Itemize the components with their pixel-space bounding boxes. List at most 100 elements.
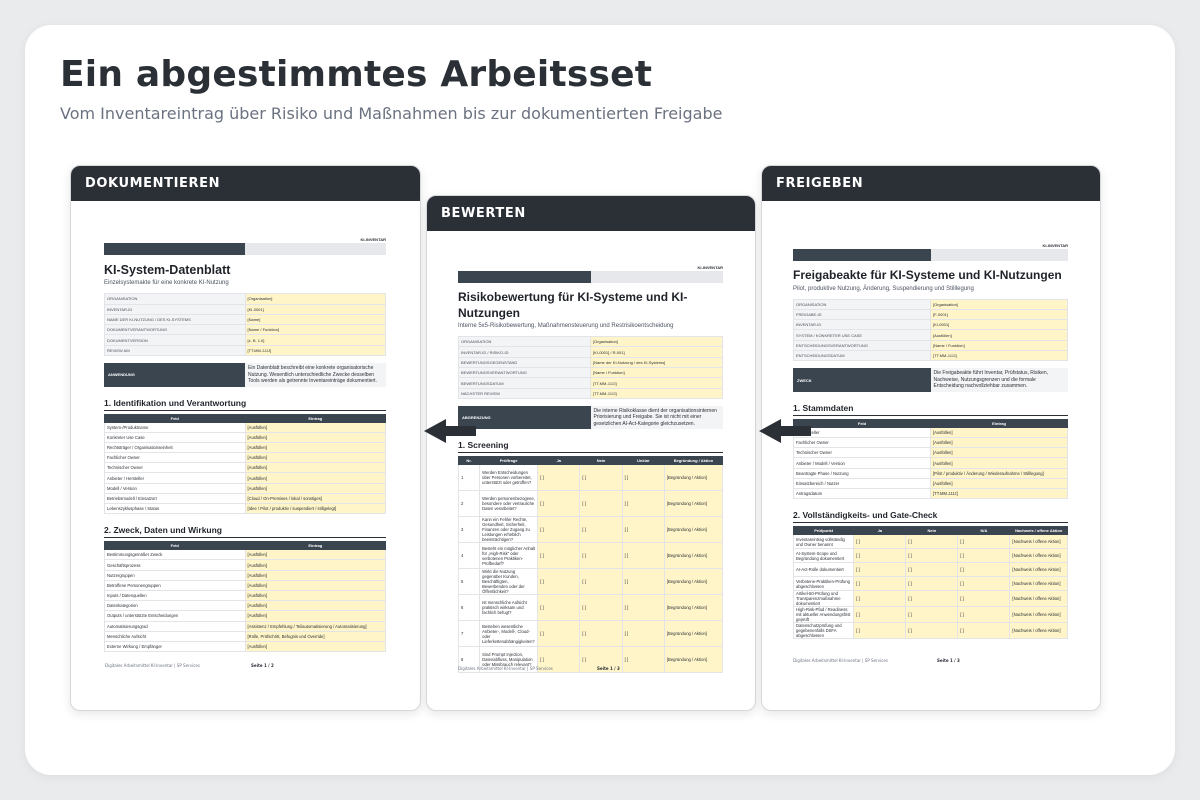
input-cell[interactable]: [Ausfüllen] bbox=[244, 431, 386, 443]
meta-value[interactable]: [Name / Funktion] bbox=[244, 324, 386, 336]
input-cell[interactable]: [ ] bbox=[621, 464, 665, 492]
input-cell[interactable]: [ ] bbox=[957, 622, 1011, 640]
input-cell[interactable]: [ ] bbox=[621, 568, 665, 596]
input-cell[interactable]: [ ] bbox=[621, 542, 665, 570]
input-cell[interactable]: [ ] bbox=[853, 606, 907, 624]
meta-value[interactable]: [Name] bbox=[244, 313, 386, 326]
input-cell[interactable]: [Pilot / produktiv / Änderung / Wiederau… bbox=[930, 467, 1068, 479]
input-cell[interactable]: [ ] bbox=[905, 606, 959, 624]
input-cell[interactable]: [Ausfüllen] bbox=[244, 579, 386, 591]
input-cell[interactable]: [Ausfüllen] bbox=[930, 447, 1068, 459]
input-cell[interactable]: [Ausfüllen] bbox=[930, 477, 1068, 490]
input-cell[interactable]: [Ausfüllen] bbox=[244, 610, 386, 622]
input-cell[interactable]: [ ] bbox=[853, 622, 907, 640]
card-assess[interactable]: BEWERTEN KI-INVENTAR Risikobewertung für… bbox=[426, 195, 756, 711]
input-cell[interactable]: [Begründung / Aktion] bbox=[663, 620, 724, 648]
input-cell[interactable]: [Ausfüllen] bbox=[930, 457, 1068, 469]
input-cell[interactable]: [Idee / Pilot / produktiv / suspendiert … bbox=[244, 503, 386, 515]
input-cell[interactable]: [ ] bbox=[537, 464, 581, 492]
input-cell[interactable]: [ ] bbox=[621, 594, 665, 622]
input-cell[interactable]: [ ] bbox=[853, 562, 907, 578]
meta-value[interactable]: [z. B. 1.0] bbox=[244, 334, 386, 346]
input-cell[interactable]: [Begründung / Aktion] bbox=[663, 516, 724, 544]
input-cell[interactable]: [Begründung / Aktion] bbox=[663, 594, 724, 622]
input-cell[interactable]: [Ausfüllen] bbox=[244, 421, 386, 433]
input-cell[interactable]: [ ] bbox=[579, 490, 623, 518]
input-cell[interactable]: [Ausfüllen] bbox=[930, 437, 1068, 449]
input-cell[interactable]: [Begründung / Aktion] bbox=[663, 542, 724, 570]
input-cell[interactable]: [Ausfüllen] bbox=[244, 589, 386, 602]
input-cell[interactable]: [ ] bbox=[905, 548, 959, 564]
input-cell[interactable]: [Ausfüllen] bbox=[244, 462, 386, 474]
input-cell[interactable]: [Ausfüllen] bbox=[244, 549, 386, 561]
input-cell[interactable]: [Nachweis / offene Aktion] bbox=[1009, 548, 1068, 564]
input-cell[interactable]: [Ausfüllen] bbox=[244, 441, 386, 454]
input-cell[interactable]: [Ausfüllen] bbox=[244, 559, 386, 571]
input-cell[interactable]: [ ] bbox=[957, 590, 1011, 608]
card-document[interactable]: DOKUMENTIEREN KI-INVENTAR KI-System-Date… bbox=[70, 165, 421, 711]
input-cell[interactable]: [Begründung / Aktion] bbox=[663, 464, 724, 492]
input-cell[interactable]: [Rolle, Prüfschritt, Befugnis und Overri… bbox=[244, 630, 386, 642]
input-cell[interactable]: [Begründung / Aktion] bbox=[663, 568, 724, 596]
input-cell[interactable]: [Assistenz / Empfehlung / Teilautomatisi… bbox=[244, 620, 386, 632]
input-cell[interactable]: [Ausfüllen] bbox=[244, 452, 386, 464]
meta-value[interactable]: [KI-0001] / R-001] bbox=[590, 346, 723, 358]
meta-value[interactable]: [KI-0001] bbox=[244, 303, 386, 315]
input-cell[interactable]: [ ] bbox=[579, 464, 623, 492]
input-cell[interactable]: [ ] bbox=[621, 620, 665, 648]
input-cell[interactable]: [ ] bbox=[621, 516, 665, 544]
input-cell[interactable]: [Nachweis / offene Aktion] bbox=[1009, 622, 1068, 640]
input-cell[interactable]: [ ] bbox=[537, 516, 581, 544]
meta-value[interactable]: [Name / Funktion] bbox=[930, 339, 1068, 352]
input-cell[interactable]: [Ausfüllen] bbox=[930, 426, 1068, 439]
meta-value[interactable]: [F-0001] bbox=[930, 308, 1068, 321]
input-cell[interactable]: [ ] bbox=[957, 534, 1011, 550]
input-cell[interactable]: [ ] bbox=[579, 516, 623, 544]
input-cell[interactable]: [ ] bbox=[579, 568, 623, 596]
meta-value[interactable]: [TT.MM.JJJJ] bbox=[590, 377, 723, 389]
input-cell[interactable]: [ ] bbox=[905, 590, 959, 608]
meta-value[interactable]: [Organisation] bbox=[590, 336, 723, 348]
input-cell[interactable]: [Nachweis / offene Aktion] bbox=[1009, 590, 1068, 608]
input-cell[interactable]: [TT.MM.JJJJ] bbox=[930, 487, 1068, 500]
input-cell[interactable]: [Nachweis / offene Aktion] bbox=[1009, 576, 1068, 592]
input-cell[interactable]: [ ] bbox=[579, 542, 623, 570]
input-cell[interactable]: [ ] bbox=[579, 594, 623, 622]
meta-value[interactable]: [TT.MM.JJJJ] bbox=[244, 344, 386, 357]
input-cell[interactable]: [ ] bbox=[621, 646, 665, 674]
meta-value[interactable]: [Organisation] bbox=[930, 298, 1068, 310]
input-cell[interactable]: [ ] bbox=[905, 534, 959, 550]
meta-value[interactable]: [Name der KI-Nutzung / des KI-Systems] bbox=[590, 356, 723, 369]
card-release[interactable]: FREIGEBEN KI-INVENTAR Freigabeakte für K… bbox=[761, 165, 1101, 711]
input-cell[interactable]: [Ausfüllen] bbox=[244, 640, 386, 653]
input-cell[interactable]: [ ] bbox=[853, 548, 907, 564]
input-cell[interactable]: [ ] bbox=[537, 568, 581, 596]
meta-value[interactable]: [Name / Funktion] bbox=[590, 367, 723, 379]
input-cell[interactable]: [ ] bbox=[853, 576, 907, 592]
input-cell[interactable]: [ ] bbox=[957, 548, 1011, 564]
input-cell[interactable]: [ ] bbox=[621, 490, 665, 518]
input-cell[interactable]: [ ] bbox=[957, 562, 1011, 578]
input-cell[interactable]: [ ] bbox=[853, 590, 907, 608]
input-cell[interactable]: [Ausfüllen] bbox=[244, 482, 386, 494]
meta-value[interactable]: [TT.MM.JJJJ] bbox=[590, 387, 723, 399]
input-cell[interactable]: [Nachweis / offene Aktion] bbox=[1009, 606, 1068, 624]
input-cell[interactable]: [Nachweis / offene Aktion] bbox=[1009, 562, 1068, 578]
input-cell[interactable]: [ ] bbox=[537, 542, 581, 570]
input-cell[interactable]: [ ] bbox=[905, 576, 959, 592]
input-cell[interactable]: [ ] bbox=[537, 620, 581, 648]
input-cell[interactable]: [ ] bbox=[579, 620, 623, 648]
input-cell[interactable]: [Ausfüllen] bbox=[244, 569, 386, 581]
input-cell[interactable]: [Ausfüllen] bbox=[244, 472, 386, 484]
input-cell[interactable]: [Cloud / On-Premises / lokal / sonstiges… bbox=[244, 492, 386, 505]
meta-value[interactable]: [TT.MM.JJJJ] bbox=[930, 350, 1068, 362]
input-cell[interactable]: [Nachweis / offene Aktion] bbox=[1009, 534, 1068, 550]
input-cell[interactable]: [ ] bbox=[905, 562, 959, 578]
input-cell[interactable]: [Begründung / Aktion] bbox=[663, 646, 724, 674]
input-cell[interactable]: [ ] bbox=[537, 594, 581, 622]
meta-value[interactable]: [KI-0001] bbox=[930, 319, 1068, 331]
input-cell[interactable]: [ ] bbox=[537, 490, 581, 518]
input-cell[interactable]: [Begründung / Aktion] bbox=[663, 490, 724, 518]
meta-value[interactable]: [Ausfüllen] bbox=[930, 329, 1068, 341]
input-cell[interactable]: [ ] bbox=[853, 534, 907, 550]
